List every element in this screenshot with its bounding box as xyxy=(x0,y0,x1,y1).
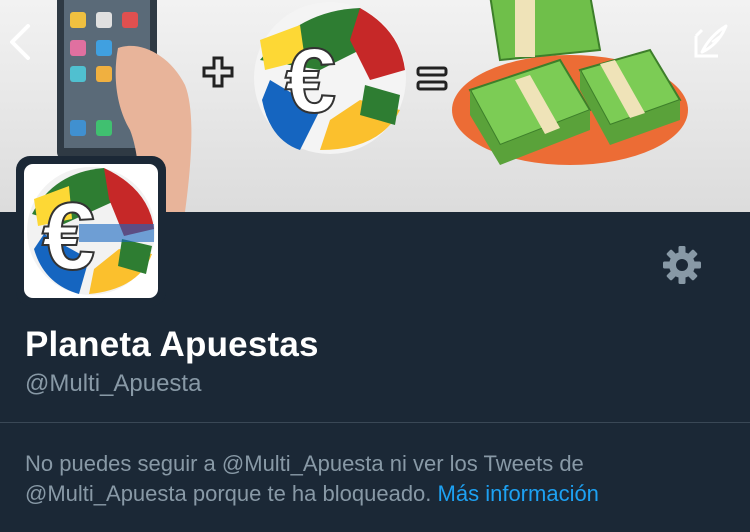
avatar-image: € xyxy=(24,164,158,298)
compose-tweet-button[interactable] xyxy=(688,22,732,66)
chevron-left-icon xyxy=(10,24,30,60)
svg-text:€: € xyxy=(42,183,95,290)
profile-screen: € € Planeta Apuestas @Multi_Apuesta No p… xyxy=(0,0,750,532)
svg-text:€: € xyxy=(285,30,336,132)
compose-icon xyxy=(694,24,728,58)
settings-button[interactable] xyxy=(660,243,704,287)
divider xyxy=(0,422,750,423)
avatar-illustration: € xyxy=(27,167,155,295)
profile-avatar[interactable]: € xyxy=(16,156,166,306)
profile-handle: @Multi_Apuesta xyxy=(25,370,202,397)
back-button[interactable] xyxy=(6,22,50,66)
gear-icon xyxy=(663,246,701,284)
blocked-notice: No puedes seguir a @Multi_Apuesta ni ver… xyxy=(25,449,725,509)
profile-display-name: Planeta Apuestas xyxy=(25,325,319,364)
more-info-link[interactable]: Más información xyxy=(438,481,599,506)
